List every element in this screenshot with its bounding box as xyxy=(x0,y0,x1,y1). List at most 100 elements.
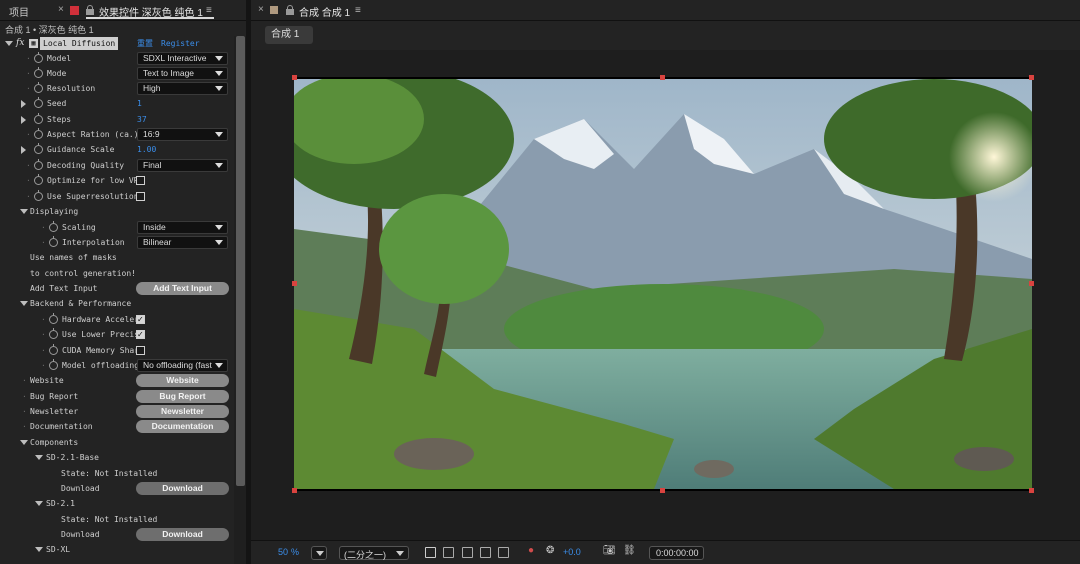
model-dropdown[interactable]: SDXL Interactive xyxy=(137,52,228,65)
group-displaying[interactable]: Displaying xyxy=(0,204,232,219)
guides-icon[interactable] xyxy=(498,547,509,558)
panel-menu-icon[interactable]: ≡ xyxy=(206,5,212,16)
scrollbar-thumb[interactable] xyxy=(236,36,245,486)
breadcrumb: 合成 1 • 深灰色 纯色 1 xyxy=(5,25,94,35)
chevron-down-icon xyxy=(316,551,324,556)
stopwatch-icon[interactable] xyxy=(49,313,58,324)
comp-breadcrumb-button[interactable]: 合成 1 xyxy=(265,26,313,44)
expand-icon[interactable] xyxy=(21,116,26,124)
tab-project[interactable]: 项目 xyxy=(9,4,29,19)
stopwatch-icon[interactable] xyxy=(34,174,43,185)
lock-icon[interactable] xyxy=(286,5,294,15)
resolution-dropdown[interactable]: High xyxy=(137,82,228,95)
tab-composition[interactable]: 合成 合成 1 xyxy=(299,4,350,19)
newsletter-button[interactable]: Newsletter xyxy=(136,405,229,418)
seed-value[interactable]: 1 xyxy=(137,96,142,111)
close-icon[interactable]: × xyxy=(258,4,264,15)
collapse-icon[interactable] xyxy=(35,547,43,552)
tree-dash: · xyxy=(26,69,31,78)
stopwatch-icon[interactable] xyxy=(34,52,43,63)
color-channels-icon[interactable]: ● xyxy=(528,545,534,556)
transform-handle[interactable] xyxy=(292,488,297,493)
hw-accel-checkbox[interactable] xyxy=(136,312,145,327)
lock-icon[interactable] xyxy=(86,5,94,15)
stopwatch-icon[interactable] xyxy=(34,97,43,108)
effect-header-row[interactable]: fx ▦ Local Diffusion 重置 Register xyxy=(0,36,232,51)
transform-handle[interactable] xyxy=(292,75,297,80)
decoding-dropdown[interactable]: Final xyxy=(137,159,228,172)
exposure-reset-icon[interactable]: ❂ xyxy=(546,545,554,556)
reset-link[interactable]: 重置 xyxy=(137,36,153,51)
scaling-dropdown[interactable]: Inside xyxy=(137,221,228,234)
offloading-dropdown[interactable]: No offloading (fast xyxy=(137,359,228,372)
mask-visibility-icon[interactable] xyxy=(480,547,491,558)
website-button[interactable]: Website xyxy=(136,374,229,387)
group-label: SD-XL xyxy=(46,545,71,554)
zoom-value[interactable]: 50 xyxy=(278,547,288,557)
transform-handle[interactable] xyxy=(1029,488,1034,493)
grid-icon[interactable] xyxy=(462,547,473,558)
transparency-grid-icon[interactable] xyxy=(443,547,454,558)
resolution-dropdown[interactable]: (二分之一) xyxy=(339,546,409,560)
transform-handle[interactable] xyxy=(1029,75,1034,80)
group-sd21[interactable]: SD-2.1 xyxy=(0,496,232,511)
stopwatch-icon[interactable] xyxy=(49,221,58,232)
stopwatch-icon[interactable] xyxy=(49,236,58,247)
stopwatch-icon[interactable] xyxy=(34,113,43,124)
guidance-value[interactable]: 1.00 xyxy=(137,142,156,157)
group-backend[interactable]: Backend & Performance xyxy=(0,296,232,311)
effect-name[interactable]: Local Diffusion xyxy=(40,37,119,50)
collapse-icon[interactable] xyxy=(20,440,28,445)
bug-report-button[interactable]: Bug Report xyxy=(136,390,229,403)
steps-value[interactable]: 37 xyxy=(137,112,147,127)
panel-menu-icon[interactable]: ≡ xyxy=(355,5,361,16)
scrollbar[interactable] xyxy=(234,36,246,564)
add-text-input-button[interactable]: Add Text Input xyxy=(136,282,229,295)
snapshot-camera-icon[interactable]: 📷︎ xyxy=(603,545,616,556)
expand-icon[interactable] xyxy=(21,146,26,154)
transform-handle[interactable] xyxy=(292,281,297,286)
interpolation-dropdown[interactable]: Bilinear xyxy=(137,236,228,249)
stopwatch-icon[interactable] xyxy=(34,82,43,93)
collapse-icon[interactable] xyxy=(35,501,43,506)
lower-precision-checkbox[interactable] xyxy=(136,327,145,342)
aspect-dropdown[interactable]: 16:9 xyxy=(137,128,228,141)
mode-dropdown[interactable]: Text to Image xyxy=(137,67,228,80)
group-components[interactable]: Components xyxy=(0,435,232,450)
stopwatch-icon[interactable] xyxy=(49,359,58,370)
region-of-interest-icon[interactable] xyxy=(425,547,436,558)
timecode-field[interactable]: 0:00:00:00 xyxy=(649,546,704,560)
superres-checkbox[interactable] xyxy=(136,192,145,201)
exposure-value[interactable]: +0.0 xyxy=(563,547,581,557)
stopwatch-icon[interactable] xyxy=(34,143,43,154)
register-link[interactable]: Register xyxy=(161,36,200,51)
group-sdxl[interactable]: SD-XL xyxy=(0,542,232,557)
close-icon[interactable]: × xyxy=(58,4,64,15)
stopwatch-icon[interactable] xyxy=(49,344,58,355)
fx-toggle[interactable]: fx xyxy=(16,36,24,51)
composition-viewer[interactable] xyxy=(251,50,1080,540)
stopwatch-icon[interactable] xyxy=(49,328,58,339)
sd21-base-download-button[interactable]: Download xyxy=(136,482,229,495)
tree-dash: · xyxy=(41,223,46,232)
collapse-icon[interactable] xyxy=(35,455,43,460)
cuda-memory-checkbox[interactable] xyxy=(136,346,145,355)
stopwatch-icon[interactable] xyxy=(34,128,43,139)
transform-handle[interactable] xyxy=(660,488,665,493)
sd21-download-button[interactable]: Download xyxy=(136,528,229,541)
low-vram-checkbox[interactable] xyxy=(136,176,145,185)
group-sd21-base[interactable]: SD-2.1-Base xyxy=(0,450,232,465)
show-snapshot-icon[interactable]: ⛓ xyxy=(623,545,636,556)
collapse-icon[interactable] xyxy=(5,41,13,46)
stopwatch-icon[interactable] xyxy=(34,159,43,170)
prop-lower-precision: · Use Lower Precis xyxy=(0,327,232,342)
transform-handle[interactable] xyxy=(660,75,665,80)
collapse-icon[interactable] xyxy=(20,209,28,214)
collapse-icon[interactable] xyxy=(20,301,28,306)
stopwatch-icon[interactable] xyxy=(34,190,43,201)
documentation-button[interactable]: Documentation xyxy=(136,420,229,433)
stopwatch-icon[interactable] xyxy=(34,67,43,78)
expand-icon[interactable] xyxy=(21,100,26,108)
transform-handle[interactable] xyxy=(1029,281,1034,286)
zoom-dropdown[interactable] xyxy=(311,546,327,560)
